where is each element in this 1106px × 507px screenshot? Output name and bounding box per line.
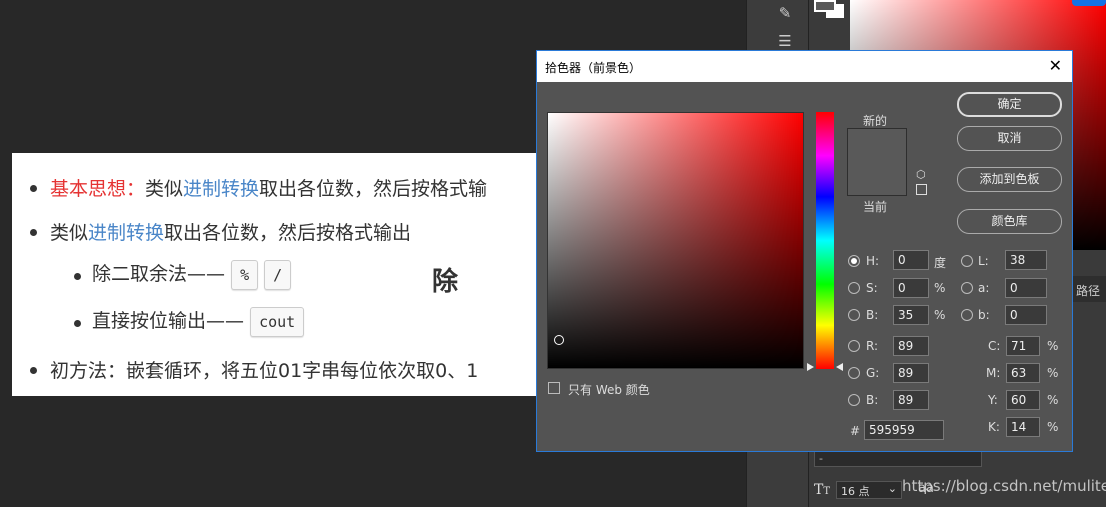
color-libraries-button[interactable]: 颜色库 (957, 209, 1062, 234)
bullet (30, 367, 37, 374)
hex-input[interactable]: 595959 (864, 420, 944, 440)
label-l: L: (978, 254, 989, 268)
radio-g[interactable] (848, 367, 860, 379)
label-blue: B: (866, 393, 879, 407)
font-size-select[interactable]: 16 点 ⌄ (836, 481, 902, 499)
input-m[interactable]: 63 (1006, 363, 1040, 383)
color-field[interactable] (547, 112, 804, 369)
label-b-lab: b: (978, 308, 990, 322)
input-h[interactable]: 0 (893, 250, 929, 270)
hue-slider[interactable] (816, 112, 834, 369)
bullet (30, 229, 37, 236)
input-k[interactable]: 14 (1006, 417, 1040, 437)
input-r[interactable]: 89 (893, 336, 929, 356)
input-y[interactable]: 60 (1006, 390, 1040, 410)
bullet (74, 320, 81, 327)
text-size-icon: TT (814, 482, 831, 498)
radio-b-lab[interactable] (961, 309, 973, 321)
text: 取出各位数，然后按格式输出 (164, 222, 412, 244)
unit-c: % (1047, 339, 1059, 353)
label-r: R: (866, 339, 879, 353)
bullet (74, 273, 81, 280)
chevron-down-icon: ⌄ (887, 482, 897, 495)
color-field-marker[interactable] (554, 335, 564, 345)
input-l[interactable]: 38 (1005, 250, 1047, 270)
tab-paths[interactable]: 路径 (1076, 282, 1100, 299)
web-only-checkbox[interactable] (548, 382, 560, 394)
ps-blue-tab (1072, 0, 1106, 6)
unit-k: % (1047, 420, 1059, 434)
text: 类似 (50, 222, 89, 244)
code-percent: % (231, 259, 259, 290)
input-blue[interactable]: 89 (893, 390, 929, 410)
text: 直接按位输出—— (92, 310, 245, 332)
text: 类似 (145, 178, 184, 200)
hex-label: # (850, 424, 861, 438)
list-item: 直接按位输出—— cout (92, 306, 305, 337)
color-picker-dialog: 拾色器（前景色） ✕ 新的 当前 ⬡ 确定 取消 添加到色板 颜色库 H: 0 … (536, 50, 1073, 452)
label-h: H: (866, 254, 880, 268)
label-s: S: (866, 281, 878, 295)
label-g: G: (866, 366, 880, 380)
text-size-icon-label: T (814, 482, 824, 498)
radio-l[interactable] (961, 255, 973, 267)
radio-blue[interactable] (848, 394, 860, 406)
brush-tool-icon[interactable]: ✎ (773, 4, 797, 26)
cancel-button[interactable]: 取消 (957, 126, 1062, 151)
label-brightness: B: (866, 308, 879, 322)
bullet (30, 185, 37, 192)
article-snippet: 基本思想：类似进制转换取出各位数，然后按格式输 类似进制转换取出各位数，然后按格… (12, 153, 542, 396)
list-item: 初方法：嵌套循环，将五位01字串每位依次取0、1 (50, 360, 479, 382)
unit-brightness: % (934, 308, 946, 322)
color-preview (847, 128, 907, 196)
unit-y: % (1047, 393, 1059, 407)
watermark: https://blog.csdn.net/muliter (902, 477, 1106, 495)
hue-slider-left-arrow[interactable] (807, 363, 814, 371)
web-safe-swatch[interactable] (916, 184, 927, 195)
web-safe-cube-icon[interactable]: ⬡ (916, 168, 926, 181)
dialog-titlebar: 拾色器（前景色） ✕ (537, 51, 1072, 82)
current-color-label: 当前 (863, 200, 888, 214)
radio-s[interactable] (848, 282, 860, 294)
input-b-lab[interactable]: 0 (1005, 305, 1047, 325)
label-c: C: (988, 339, 1001, 353)
list-item: 基本思想：类似进制转换取出各位数，然后按格式输 (50, 174, 487, 201)
list-item: 类似进制转换取出各位数，然后按格式输出 (50, 218, 411, 245)
label-a: a: (978, 281, 990, 295)
unit-h: 度 (934, 256, 947, 270)
radio-brightness[interactable] (848, 309, 860, 321)
code-cout: cout (250, 306, 305, 337)
hue-slider-right-arrow[interactable] (836, 363, 843, 371)
font-size-value: 16 点 (841, 485, 870, 498)
add-to-swatches-button[interactable]: 添加到色板 (957, 167, 1062, 192)
code-slash: / (264, 259, 292, 290)
label-y: Y: (988, 393, 998, 407)
new-color-label: 新的 (863, 114, 888, 128)
link-radix-conversion[interactable]: 进制转换 (183, 178, 259, 200)
link-radix-conversion[interactable]: 进制转换 (88, 222, 164, 244)
radio-h[interactable] (848, 255, 860, 267)
dialog-title: 拾色器（前景色） (545, 61, 642, 75)
ok-button[interactable]: 确定 (957, 92, 1062, 117)
unit-s: % (934, 281, 946, 295)
input-g[interactable]: 89 (893, 363, 929, 383)
close-icon[interactable]: ✕ (1049, 56, 1062, 75)
big-char: 除 (432, 267, 459, 297)
radio-r[interactable] (848, 340, 860, 352)
text: 除二取余法—— (92, 263, 226, 285)
input-a[interactable]: 0 (1005, 278, 1047, 298)
radio-a[interactable] (961, 282, 973, 294)
label-m: M: (986, 366, 1001, 380)
web-only-label: 只有 Web 颜色 (568, 383, 650, 397)
foreground-swatch[interactable] (814, 0, 836, 12)
input-c[interactable]: 71 (1006, 336, 1040, 356)
text: 取出各位数，然后按格式输 (259, 178, 488, 200)
input-s[interactable]: 0 (893, 278, 929, 298)
list-item: 除二取余法—— % / (92, 259, 292, 290)
ps-dropdown[interactable]: - (814, 451, 982, 467)
highlight-label: 基本思想： (50, 178, 146, 200)
label-k: K: (988, 420, 1000, 434)
input-brightness[interactable]: 35 (893, 305, 929, 325)
unit-m: % (1047, 366, 1059, 380)
